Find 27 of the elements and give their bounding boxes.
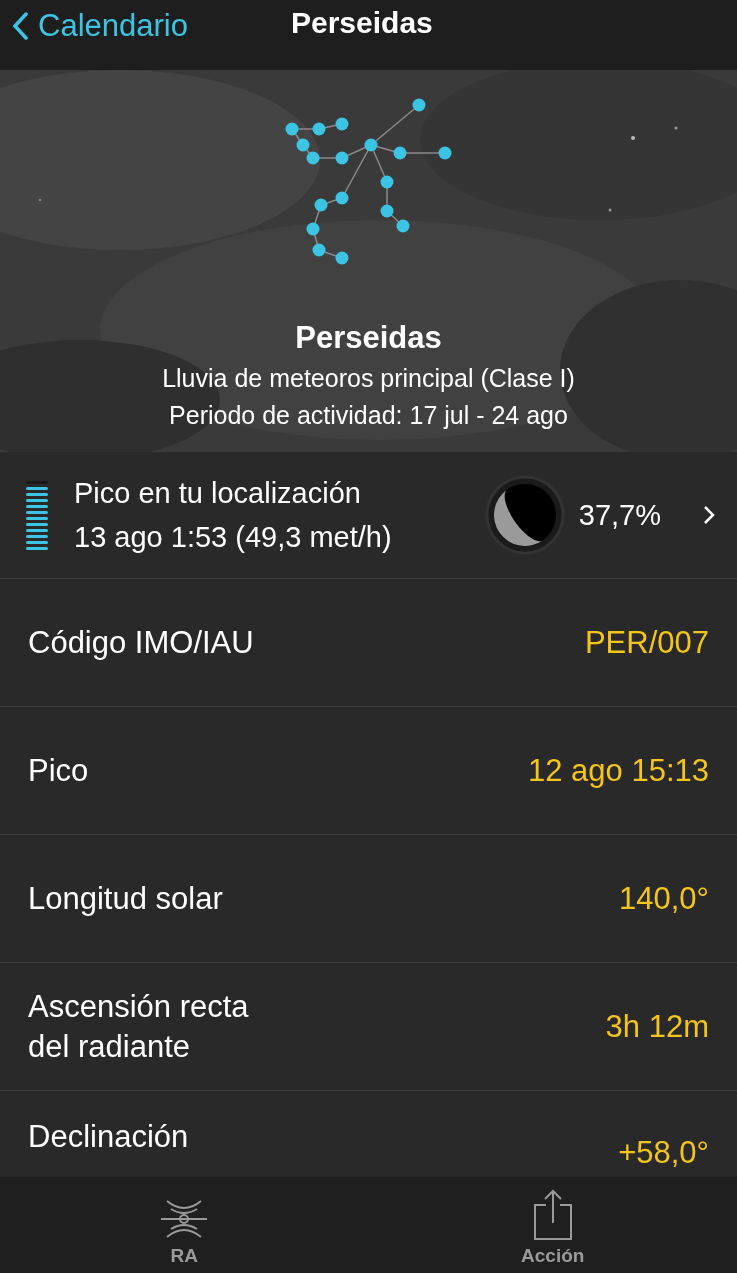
back-button[interactable]: Calendario <box>0 8 188 62</box>
activity-meter <box>26 480 48 550</box>
tab-button[interactable]: Acción <box>368 1177 737 1273</box>
row-value: PER/007 <box>584 624 709 661</box>
shower-class: Lluvia de meteoros principal (Clase I) <box>162 364 575 393</box>
row-value: 3h 12m <box>605 1008 709 1045</box>
screen-title: Perseidas <box>291 6 433 40</box>
row-label: Longitud solar <box>28 879 223 918</box>
share-icon <box>532 1189 573 1241</box>
back-chevron-icon <box>12 12 28 40</box>
row-label: Ascensión recta del radiante <box>28 987 249 1066</box>
shower-title: Perseidas <box>295 320 442 356</box>
row-label: Pico <box>28 751 89 790</box>
peak-time: 13 ago 1:53 (49,3 met/h) <box>74 520 393 555</box>
peak-row[interactable]: Pico en tu localización 13 ago 1:53 (49,3 met/h) 37,7% <box>0 452 737 579</box>
peak-title: Pico en tu localización <box>74 476 362 511</box>
row-value: 140,0° <box>619 880 709 917</box>
row-label: Código IMO/IAU <box>28 623 254 662</box>
activity-period: Periodo de actividad: 17 jul - 24 ago <box>169 401 568 430</box>
row-value: 12 ago 15:13 <box>528 752 709 789</box>
tab-button[interactable]: RA <box>0 1177 369 1273</box>
radiant-icon <box>159 1197 210 1241</box>
moon-illumination: 37,7% <box>578 498 661 532</box>
chevron-right-icon <box>703 505 715 525</box>
moon-icon <box>484 475 565 555</box>
row-value: +58,0° <box>618 1135 709 1171</box>
row-label: Declinación <box>28 1118 189 1156</box>
